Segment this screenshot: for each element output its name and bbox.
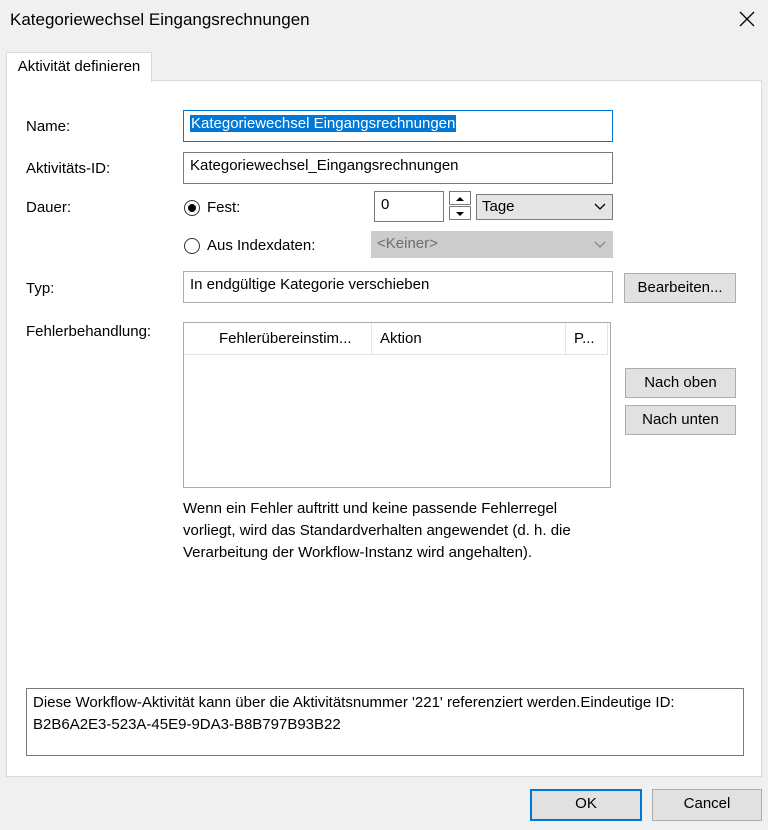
fixed-label: Fest: xyxy=(207,199,241,216)
activity-id-input[interactable]: Kategoriewechsel_Eingangsrechnungen xyxy=(183,152,613,184)
activity-reference-info: Diese Workflow-Aktivität kann über die A… xyxy=(26,688,744,756)
chevron-down-icon xyxy=(594,203,606,210)
move-down-button[interactable]: Nach unten xyxy=(625,405,736,435)
edit-button[interactable]: Bearbeiten... xyxy=(624,273,736,303)
activity-id-label: Aktivitäts-ID: xyxy=(26,160,111,177)
index-data-value: <Keiner> xyxy=(377,235,438,252)
arrow-down-icon xyxy=(456,212,464,216)
error-handling-label: Fehlerbehandlung: xyxy=(26,323,152,340)
duration-unit-value: Tage xyxy=(482,198,515,215)
unique-id-value: B2B6A2E3-523A-45E9-9DA3-B8B797B93B22 xyxy=(33,716,341,733)
fixed-duration-input[interactable]: 0 xyxy=(374,191,444,222)
cancel-button[interactable]: Cancel xyxy=(652,789,762,821)
index-data-radio[interactable] xyxy=(184,238,200,254)
ok-button[interactable]: OK xyxy=(530,789,642,821)
column-header-action[interactable]: Aktion xyxy=(372,323,566,355)
move-up-button[interactable]: Nach oben xyxy=(625,368,736,398)
index-data-select[interactable]: <Keiner> xyxy=(371,231,613,258)
column-header-error-match[interactable]: Fehlerübereinstim... xyxy=(184,323,372,355)
error-handling-info: Wenn ein Fehler auftritt und keine passe… xyxy=(183,500,571,561)
spin-down-button[interactable] xyxy=(449,206,471,220)
column-header-priority[interactable]: P... xyxy=(566,323,608,355)
fixed-radio[interactable] xyxy=(184,200,200,216)
name-label: Name: xyxy=(26,118,71,135)
name-input-value: Kategoriewechsel Eingangsrechnungen xyxy=(190,115,457,132)
index-data-label: Aus Indexdaten: xyxy=(207,237,316,254)
radio-selected-dot xyxy=(188,204,196,212)
chevron-down-icon xyxy=(594,241,606,248)
duration-unit-select[interactable]: Tage xyxy=(476,194,613,220)
duration-label: Dauer: xyxy=(26,199,72,216)
error-rules-table[interactable]: Fehlerübereinstim... Aktion P... xyxy=(183,322,611,488)
type-label: Typ: xyxy=(26,280,55,297)
arrow-up-icon xyxy=(456,197,464,201)
type-display: In endgültige Kategorie verschieben xyxy=(183,271,613,303)
spin-up-button[interactable] xyxy=(449,191,471,205)
name-input[interactable]: Kategoriewechsel Eingangsrechnungen xyxy=(183,110,613,142)
tab-define-activity[interactable]: Aktivität definieren xyxy=(6,52,152,82)
close-icon[interactable] xyxy=(736,8,758,30)
activity-reference-line: Diese Workflow-Aktivität kann über die A… xyxy=(33,694,675,711)
window-title: Kategoriewechsel Eingangsrechnungen xyxy=(10,10,310,29)
